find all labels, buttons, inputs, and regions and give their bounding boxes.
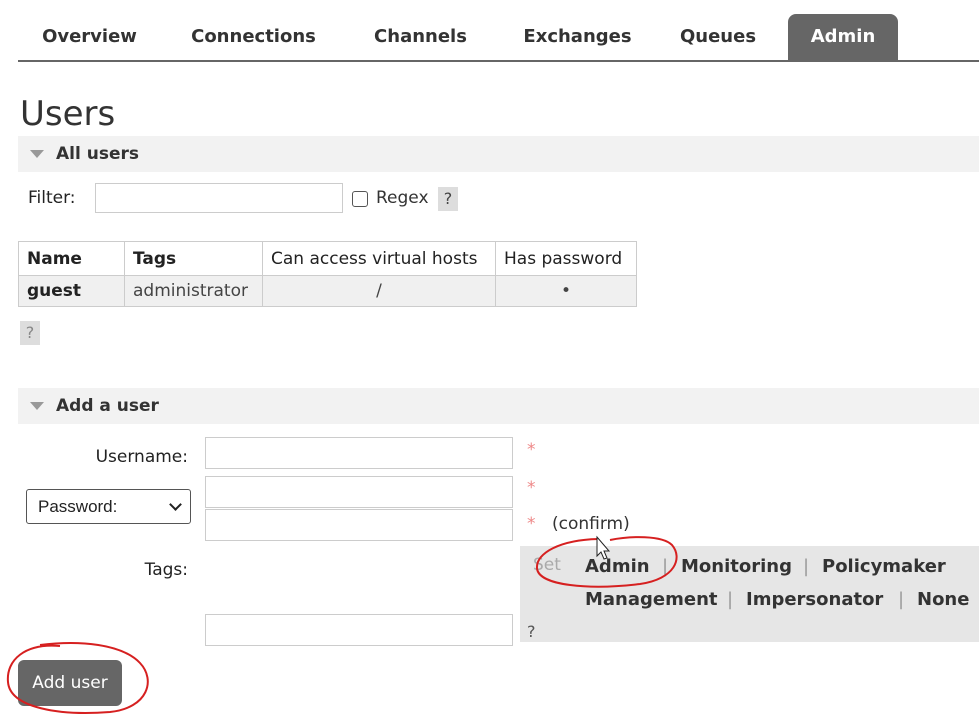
all-users-section-label: All users	[56, 144, 139, 164]
tag-set-label: Set	[533, 555, 561, 575]
users-table: Name Tags Can access virtual hosts Has p…	[18, 241, 637, 307]
password-required-marker: *	[527, 478, 536, 498]
tab-admin[interactable]: Admin	[788, 14, 898, 60]
user-vhosts-cell: /	[262, 275, 496, 307]
regex-label: Regex	[376, 188, 429, 208]
table-help-button[interactable]: ?	[20, 321, 40, 345]
column-header-has-password: Has password	[495, 241, 637, 276]
add-user-button[interactable]: Add user	[18, 660, 122, 706]
user-name-link[interactable]: guest	[18, 275, 125, 307]
add-user-section-header[interactable]: Add a user	[18, 388, 979, 424]
confirm-required-marker: *	[527, 514, 536, 534]
main-nav-tabs: Overview Connections Channels Exchanges …	[18, 14, 979, 62]
tab-overview[interactable]: Overview	[18, 14, 161, 60]
tab-connections[interactable]: Connections	[182, 14, 325, 60]
user-tags-cell: administrator	[124, 275, 263, 307]
tag-separator: |	[662, 556, 669, 577]
table-header-row: Name Tags Can access virtual hosts Has p…	[18, 241, 637, 276]
tag-separator: |	[898, 589, 905, 610]
tab-channels[interactable]: Channels	[358, 14, 483, 60]
tag-separator: |	[727, 589, 734, 610]
column-header-vhosts: Can access virtual hosts	[262, 241, 496, 276]
password-mode-value: Password:	[38, 497, 118, 516]
collapse-triangle-icon	[30, 402, 44, 410]
column-header-name: Name	[18, 241, 125, 276]
tab-queues[interactable]: Queues	[668, 14, 768, 60]
column-header-tags: Tags	[124, 241, 263, 276]
username-label: Username:	[95, 447, 188, 467]
password-mode-select[interactable]: Password:	[26, 489, 191, 524]
password-confirm-input[interactable]	[205, 509, 513, 541]
user-has-password-cell: •	[495, 275, 637, 307]
all-users-section-header[interactable]: All users	[18, 136, 979, 172]
page-title: Users	[20, 94, 116, 134]
tags-input[interactable]	[205, 614, 513, 646]
tag-separator: |	[803, 556, 810, 577]
collapse-triangle-icon	[30, 150, 44, 158]
table-row: guest administrator / •	[18, 275, 637, 307]
tags-help-button[interactable]: ?	[527, 622, 536, 641]
tag-option-policymaker[interactable]: Policymaker	[822, 556, 946, 577]
tag-option-management[interactable]: Management	[585, 589, 718, 610]
username-input[interactable]	[205, 437, 513, 469]
tags-label: Tags:	[144, 560, 188, 580]
tag-option-admin[interactable]: Admin	[585, 556, 650, 577]
tag-option-monitoring[interactable]: Monitoring	[681, 556, 792, 577]
filter-label: Filter:	[28, 188, 76, 208]
tab-exchanges[interactable]: Exchanges	[506, 14, 649, 60]
username-required-marker: *	[527, 440, 536, 460]
regex-help-button[interactable]: ?	[438, 187, 458, 211]
add-user-section-label: Add a user	[56, 396, 159, 416]
tag-option-impersonator[interactable]: Impersonator	[746, 589, 883, 610]
chevron-down-icon	[169, 498, 182, 511]
password-input[interactable]	[205, 476, 513, 508]
tag-option-none[interactable]: None	[917, 589, 969, 610]
filter-input[interactable]	[95, 183, 343, 213]
confirm-label: (confirm)	[552, 514, 630, 534]
regex-checkbox[interactable]	[352, 191, 368, 207]
